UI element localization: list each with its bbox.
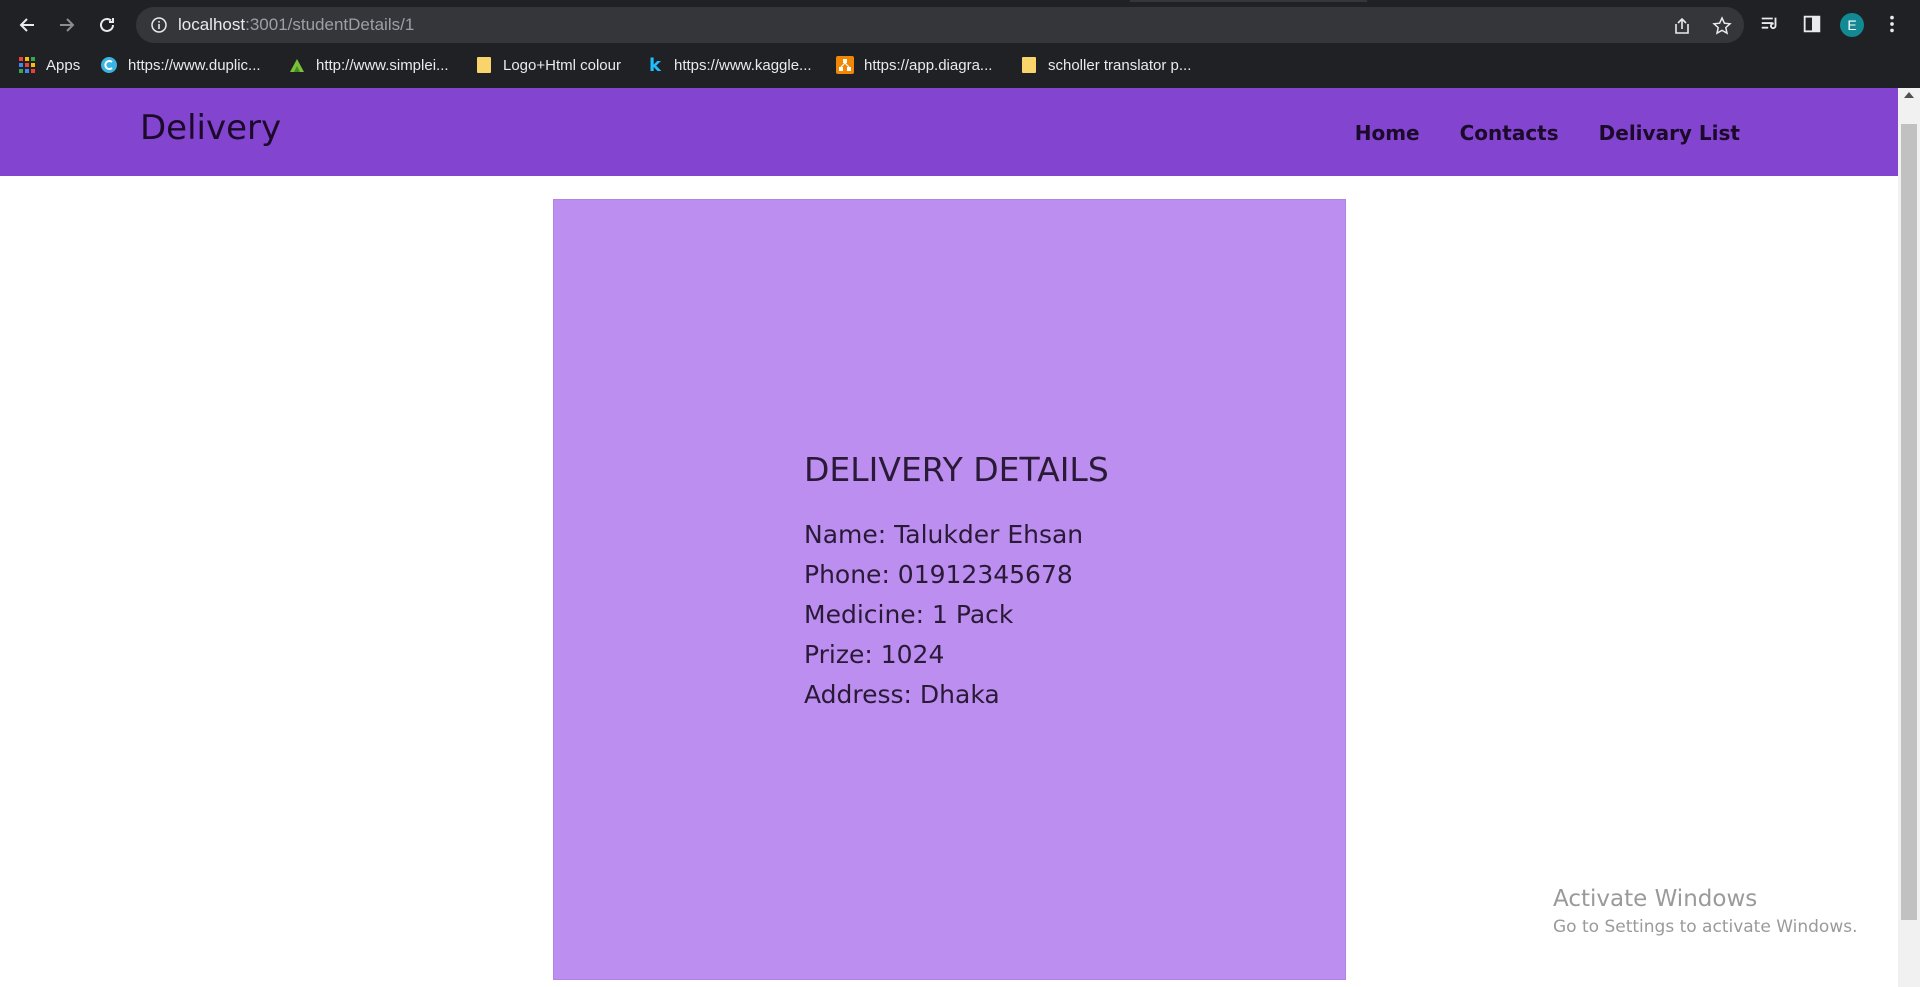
kebab-menu-icon[interactable] — [1880, 12, 1904, 36]
folder-icon — [475, 56, 493, 74]
detail-address: Address: Dhaka — [804, 680, 1000, 709]
folder-icon — [1020, 56, 1038, 74]
nav-link-contacts[interactable]: Contacts — [1460, 121, 1559, 145]
bookmark-simplei[interactable]: http://www.simplei... — [288, 50, 449, 80]
bookmark-label: https://app.diagra... — [864, 56, 993, 74]
nav-links: Home Contacts Delivary List — [1355, 121, 1740, 145]
detail-phone: Phone: 01912345678 — [804, 560, 1073, 589]
site-icon — [288, 56, 306, 74]
reload-icon — [100, 17, 114, 32]
detail-name: Name: Talukder Ehsan — [804, 520, 1084, 549]
bookmark-kaggle[interactable]: k https://www.kaggle... — [646, 50, 812, 80]
bookmark-apps[interactable]: Apps — [18, 50, 80, 80]
reading-list-icon[interactable] — [1758, 12, 1782, 36]
profile-avatar[interactable]: E — [1840, 13, 1864, 37]
bookmark-diagrams[interactable]: https://app.diagra... — [836, 50, 992, 80]
url-host: localhost — [178, 15, 246, 34]
bookmark-label: scholler translator p... — [1048, 56, 1192, 74]
bookmark-label: http://www.simplei... — [316, 56, 449, 74]
scroll-up-arrow-icon[interactable] — [1904, 92, 1914, 98]
bookmark-scholler-translator[interactable]: scholler translator p... — [1020, 50, 1191, 80]
delivery-details-card: DELIVERY DETAILS Name: Talukder Ehsan Ph… — [553, 199, 1346, 980]
windows-activation-watermark: Activate Windows Go to Settings to activ… — [1553, 884, 1858, 940]
bookmark-star-icon[interactable] — [1712, 16, 1732, 36]
back-button[interactable] — [12, 10, 42, 40]
bookmark-label: https://www.duplic... — [128, 56, 261, 74]
delivery-details-title: DELIVERY DETAILS — [804, 450, 1109, 489]
kaggle-icon: k — [649, 54, 661, 76]
active-tab-indicator — [1130, 0, 1367, 2]
side-panel-icon[interactable] — [1800, 12, 1824, 36]
bookmark-label: https://www.kaggle... — [674, 56, 812, 74]
app-navbar: Delivery Home Contacts Delivary List — [0, 88, 1898, 176]
bookmarks-bar: Apps https://www.duplic... http://www.si… — [0, 50, 1920, 88]
nav-link-home[interactable]: Home — [1355, 121, 1420, 145]
detail-prize: Prize: 1024 — [804, 640, 945, 669]
arrow-right-icon — [60, 18, 75, 32]
bookmark-duplichecker[interactable]: https://www.duplic... — [100, 50, 261, 80]
tab-strip — [0, 0, 1920, 2]
page-viewport: Delivery Home Contacts Delivary List DEL… — [0, 88, 1898, 987]
reload-button[interactable] — [92, 10, 122, 40]
scrollbar-thumb[interactable] — [1901, 124, 1917, 920]
site-icon — [100, 56, 118, 74]
forward-button[interactable] — [52, 10, 82, 40]
bookmark-logo-html-colour[interactable]: Logo+Html colour — [475, 50, 621, 80]
vertical-scrollbar[interactable] — [1898, 88, 1920, 987]
apps-grid-icon — [18, 56, 36, 74]
bookmark-label: Logo+Html colour — [503, 56, 621, 74]
diagrams-icon — [836, 56, 854, 74]
brand-logo[interactable]: Delivery — [140, 108, 281, 148]
detail-medicine: Medicine: 1 Pack — [804, 600, 1014, 629]
nav-link-delivery-list[interactable]: Delivary List — [1599, 121, 1740, 145]
address-bar[interactable]: localhost:3001/studentDetails/1 — [136, 7, 1744, 43]
share-icon[interactable] — [1672, 16, 1692, 36]
watermark-title: Activate Windows — [1553, 886, 1758, 912]
browser-toolbar: localhost:3001/studentDetails/1 E — [0, 0, 1920, 50]
delivery-details-content: DELIVERY DETAILS Name: Talukder Ehsan Ph… — [804, 450, 1109, 715]
url-text[interactable]: localhost:3001/studentDetails/1 — [178, 15, 414, 35]
info-icon[interactable] — [150, 16, 168, 34]
arrow-left-icon — [19, 18, 34, 32]
bookmark-label: Apps — [46, 56, 81, 74]
url-path: :3001/studentDetails/1 — [245, 15, 415, 34]
watermark-subtitle: Go to Settings to activate Windows. — [1553, 917, 1858, 937]
